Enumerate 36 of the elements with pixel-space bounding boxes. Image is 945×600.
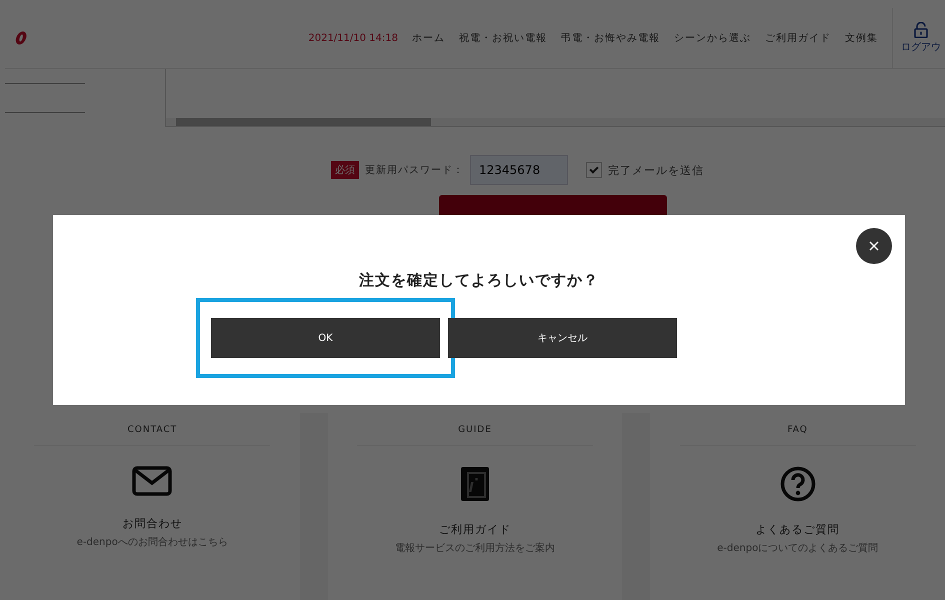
dialog-button[interactable]: キャンセル xyxy=(448,318,677,358)
nav-link[interactable]: ご利用ガイド xyxy=(765,31,831,45)
footer-title: お問合わせ xyxy=(122,516,182,531)
password-label: 更新用パスワード： xyxy=(365,164,464,177)
footer-card[interactable]: CONTACT お問合わせ e-denpoへのお問合わせはこちら xyxy=(5,413,300,600)
footer-title: ご利用ガイド xyxy=(439,522,511,537)
nav-link[interactable]: 弔電・お悔やみ電報 xyxy=(561,31,660,45)
footer-subtitle: e-denpoについてのよくあるご質問 xyxy=(717,542,878,555)
nav-link[interactable]: 文例集 xyxy=(845,31,878,45)
nav-link[interactable]: 祝電・お祝い電報 xyxy=(459,31,547,45)
lock-icon xyxy=(914,22,928,38)
logo-icon[interactable] xyxy=(15,31,27,45)
password-field[interactable]: 12345678 xyxy=(470,155,568,185)
close-button[interactable] xyxy=(856,228,892,264)
nav-link[interactable]: ホーム xyxy=(412,31,445,45)
footer-heading: CONTACT xyxy=(127,425,178,435)
footer-heading: GUIDE xyxy=(458,425,492,435)
dialog-button[interactable]: OK xyxy=(211,318,440,358)
logout-button[interactable]: ログアウ xyxy=(892,8,941,68)
footer-subtitle: 電報サービスのご利用方法をご案内 xyxy=(395,542,555,555)
footer-card[interactable]: GUIDE ご利用ガイド 電報サービスのご利用方法をご案内 xyxy=(328,413,622,600)
footer-card[interactable]: FAQ よくあるご質問 e-denpoについてのよくあるご質問 xyxy=(650,413,945,600)
question-icon xyxy=(780,466,816,502)
close-icon xyxy=(869,241,879,251)
nav-link[interactable]: シーンから選ぶ xyxy=(674,31,751,45)
footer-title: よくあるご質問 xyxy=(756,522,840,537)
checkbox-label: 完了メールを送信 xyxy=(608,162,704,178)
required-badge: 必須 xyxy=(331,161,359,179)
envelope-icon xyxy=(132,466,172,496)
datetime: 2021/11/10 14:18 xyxy=(308,32,398,44)
book-icon xyxy=(460,466,490,502)
footer-subtitle: e-denpoへのお問合わせはこちら xyxy=(76,536,228,549)
footer-heading: FAQ xyxy=(787,425,808,435)
checkbox[interactable] xyxy=(586,162,602,178)
dialog-message: 注文を確定してよろしいですか？ xyxy=(359,271,599,290)
scrollbar-thumb[interactable] xyxy=(176,118,431,126)
